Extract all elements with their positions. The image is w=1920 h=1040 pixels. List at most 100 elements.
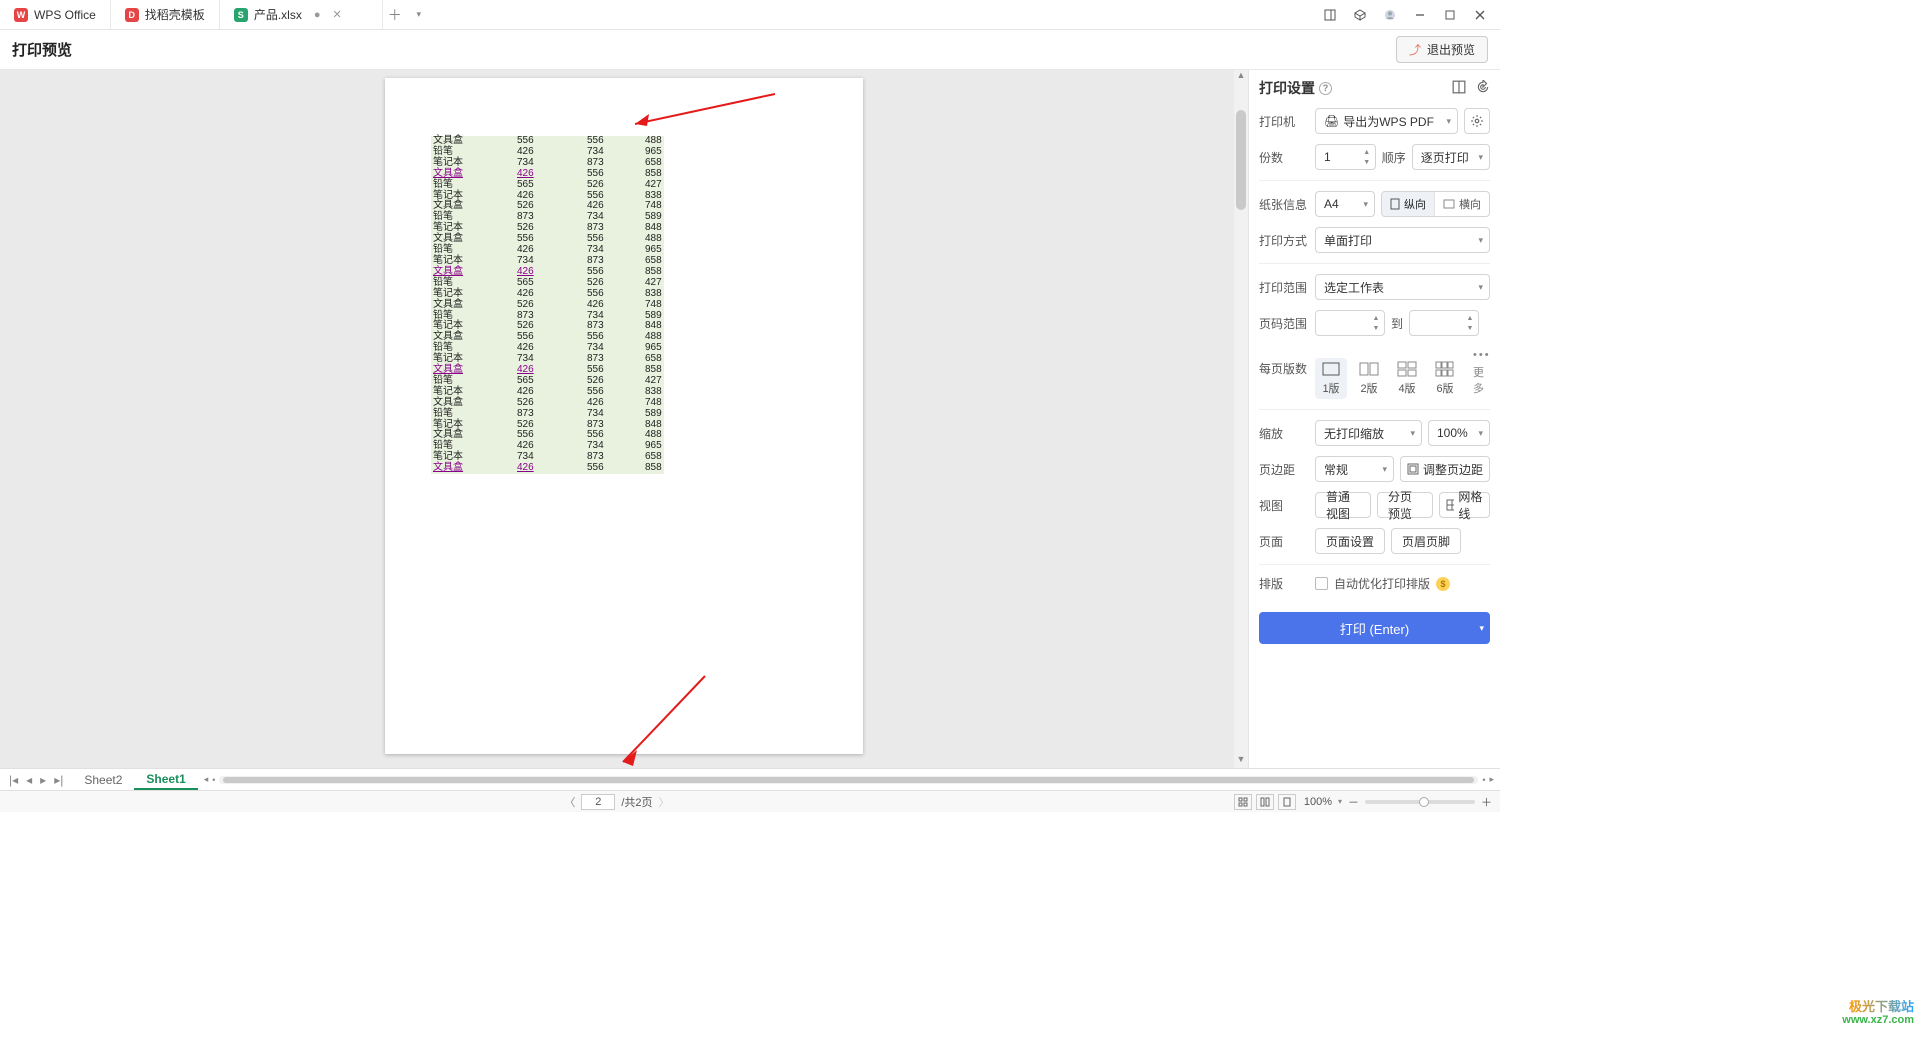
orientation-toggle[interactable]: 纵向 横向	[1381, 191, 1490, 217]
table-row: 铅笔426734965	[431, 245, 664, 256]
paper-select[interactable]: A4▾	[1315, 191, 1375, 217]
page-setup-button[interactable]: 页面设置	[1315, 528, 1385, 554]
paged-view-button[interactable]: 分页预览	[1377, 492, 1433, 518]
help-icon[interactable]: ?	[1319, 82, 1332, 95]
minimize-button[interactable]	[1406, 1, 1434, 29]
watermark: 极光下载站 www.xz7.com	[1842, 1000, 1914, 1026]
maximize-button[interactable]	[1436, 1, 1464, 29]
adjust-margin-button[interactable]: 调整页边距	[1400, 456, 1490, 482]
tab-label: 产品.xlsx	[254, 6, 302, 23]
exit-preview-button[interactable]: ⤴ 退出预览	[1396, 36, 1488, 63]
per-page-4[interactable]: 4版	[1391, 358, 1423, 399]
range-select[interactable]: 选定工作表▾	[1315, 274, 1490, 300]
vertical-scrollbar[interactable]: ▲ ▼	[1234, 70, 1248, 768]
tab-file[interactable]: S 产品.xlsx ● ✕	[220, 0, 383, 29]
paper-label: 纸张信息	[1259, 196, 1309, 213]
avatar-icon[interactable]	[1376, 1, 1404, 29]
hscroll-left-icon[interactable]: ◂	[204, 774, 209, 785]
sheet-tab-sheet2[interactable]: Sheet2	[72, 769, 134, 790]
range-label: 打印范围	[1259, 279, 1309, 296]
hscroll-right-icon[interactable]: ▸	[1489, 774, 1494, 785]
normal-view-button[interactable]: 普通视图	[1315, 492, 1371, 518]
table-row: 笔记本734873658	[431, 158, 664, 169]
scroll-down-icon[interactable]: ▼	[1234, 754, 1248, 768]
view-mode-buttons	[1234, 794, 1296, 810]
horizontal-scrollbar[interactable]: ◂ • • ▸	[198, 774, 1500, 785]
margin-label: 页边距	[1259, 461, 1309, 478]
order-select[interactable]: 逐页打印▾	[1412, 144, 1490, 170]
method-label: 打印方式	[1259, 232, 1309, 249]
header-footer-button[interactable]: 页眉页脚	[1391, 528, 1461, 554]
columns-icon[interactable]	[1452, 80, 1466, 97]
table-row: 铅笔873734589	[431, 212, 664, 223]
new-tab-button[interactable]: ＋	[383, 5, 407, 25]
zoom-pct-select[interactable]: 100%▾	[1428, 420, 1490, 446]
copies-label: 份数	[1259, 149, 1309, 166]
scroll-up-icon[interactable]: ▲	[1234, 70, 1248, 84]
portrait-option[interactable]: 纵向	[1382, 192, 1435, 216]
panel-toggle-icon[interactable]	[1316, 1, 1344, 29]
view-single-button[interactable]	[1278, 794, 1296, 810]
preview-canvas[interactable]: 文具盒556556488铅笔426734965笔记本734873658文具盒42…	[0, 70, 1248, 768]
zoom-in-button[interactable]: ＋	[1481, 794, 1492, 810]
tab-menu-button[interactable]: ▾	[407, 9, 431, 20]
page-number-input[interactable]: 2	[581, 794, 615, 810]
sheet-next-button[interactable]: ▸	[37, 773, 49, 787]
window-controls	[1316, 1, 1500, 29]
page-preview: 文具盒556556488铅笔426734965笔记本734873658文具盒42…	[385, 78, 863, 754]
table-row: 文具盒426556858	[431, 365, 664, 376]
print-button[interactable]: 打印 (Enter) ▾	[1259, 612, 1490, 644]
per-page-more[interactable]: •••更多	[1467, 346, 1497, 399]
close-icon[interactable]: ✕	[332, 8, 341, 21]
sheet-first-button[interactable]: |◂	[6, 773, 21, 787]
page-to-input[interactable]: ▲▼	[1409, 310, 1479, 336]
copies-input[interactable]: 1 ▲▼	[1315, 144, 1376, 170]
view-grid-button[interactable]	[1234, 794, 1252, 810]
page-from-input[interactable]: ▲▼	[1315, 310, 1385, 336]
status-bar: 〈 2 /共2页 〉 100% ▾ － ＋	[0, 790, 1500, 812]
method-select[interactable]: 单面打印▾	[1315, 227, 1490, 253]
table-row: 铅笔873734589	[431, 409, 664, 420]
spin-down-icon[interactable]: ▼	[1361, 157, 1373, 167]
sheet-prev-button[interactable]: ◂	[23, 773, 35, 787]
per-page-2[interactable]: 2版	[1353, 358, 1385, 399]
app-icon: W	[14, 8, 28, 22]
view-columns-button[interactable]	[1256, 794, 1274, 810]
auto-optimize-checkbox[interactable]: 自动优化打印排版 $	[1315, 575, 1450, 592]
tab-wps-office[interactable]: W WPS Office	[0, 0, 111, 29]
page-title: 打印预览	[12, 39, 72, 60]
tab-label: WPS Office	[34, 8, 96, 22]
sheet-tab-sheet1[interactable]: Sheet1	[134, 769, 197, 790]
close-button[interactable]	[1466, 1, 1494, 29]
layout-label: 排版	[1259, 575, 1309, 592]
page-range-label: 页码范围	[1259, 315, 1309, 332]
sheet-last-button[interactable]: ▸|	[51, 773, 66, 787]
printer-settings-button[interactable]	[1464, 108, 1490, 134]
zoom-value[interactable]: 100%	[1304, 796, 1332, 808]
gridlines-button[interactable]: 网格线	[1439, 492, 1490, 518]
cube-icon[interactable]	[1346, 1, 1374, 29]
sheet-nav: |◂ ◂ ▸ ▸|	[0, 773, 72, 787]
scroll-thumb[interactable]	[1236, 110, 1246, 210]
zoom-slider[interactable]	[1365, 800, 1475, 804]
spreadsheet-icon: S	[234, 8, 248, 22]
spin-up-icon[interactable]: ▲	[1361, 147, 1373, 157]
table-row: 笔记本526873848	[431, 420, 664, 431]
refresh-icon[interactable]	[1476, 80, 1490, 97]
margin-select[interactable]: 常规▾	[1315, 456, 1394, 482]
table-row: 铅笔426734965	[431, 441, 664, 452]
page-total-label: /共2页	[621, 794, 652, 810]
zoom-select[interactable]: 无打印缩放▾	[1315, 420, 1422, 446]
page-prev-button[interactable]: 〈	[564, 794, 575, 810]
table-row: 铅笔873734589	[431, 311, 664, 322]
page-next-button[interactable]: 〉	[659, 794, 670, 810]
per-page-1[interactable]: 1版	[1315, 358, 1347, 399]
table-row: 笔记本734873658	[431, 354, 664, 365]
landscape-option[interactable]: 横向	[1435, 192, 1489, 216]
per-page-6[interactable]: 6版	[1429, 358, 1461, 399]
chevron-down-icon[interactable]: ▾	[1479, 623, 1484, 634]
zoom-out-button[interactable]: －	[1348, 794, 1359, 810]
printer-select[interactable]: 🖨 导出为WPS PDF▾	[1315, 108, 1458, 134]
table-row: 铅笔565526427	[431, 278, 664, 289]
tab-template[interactable]: D 找稻壳模板	[111, 0, 220, 29]
